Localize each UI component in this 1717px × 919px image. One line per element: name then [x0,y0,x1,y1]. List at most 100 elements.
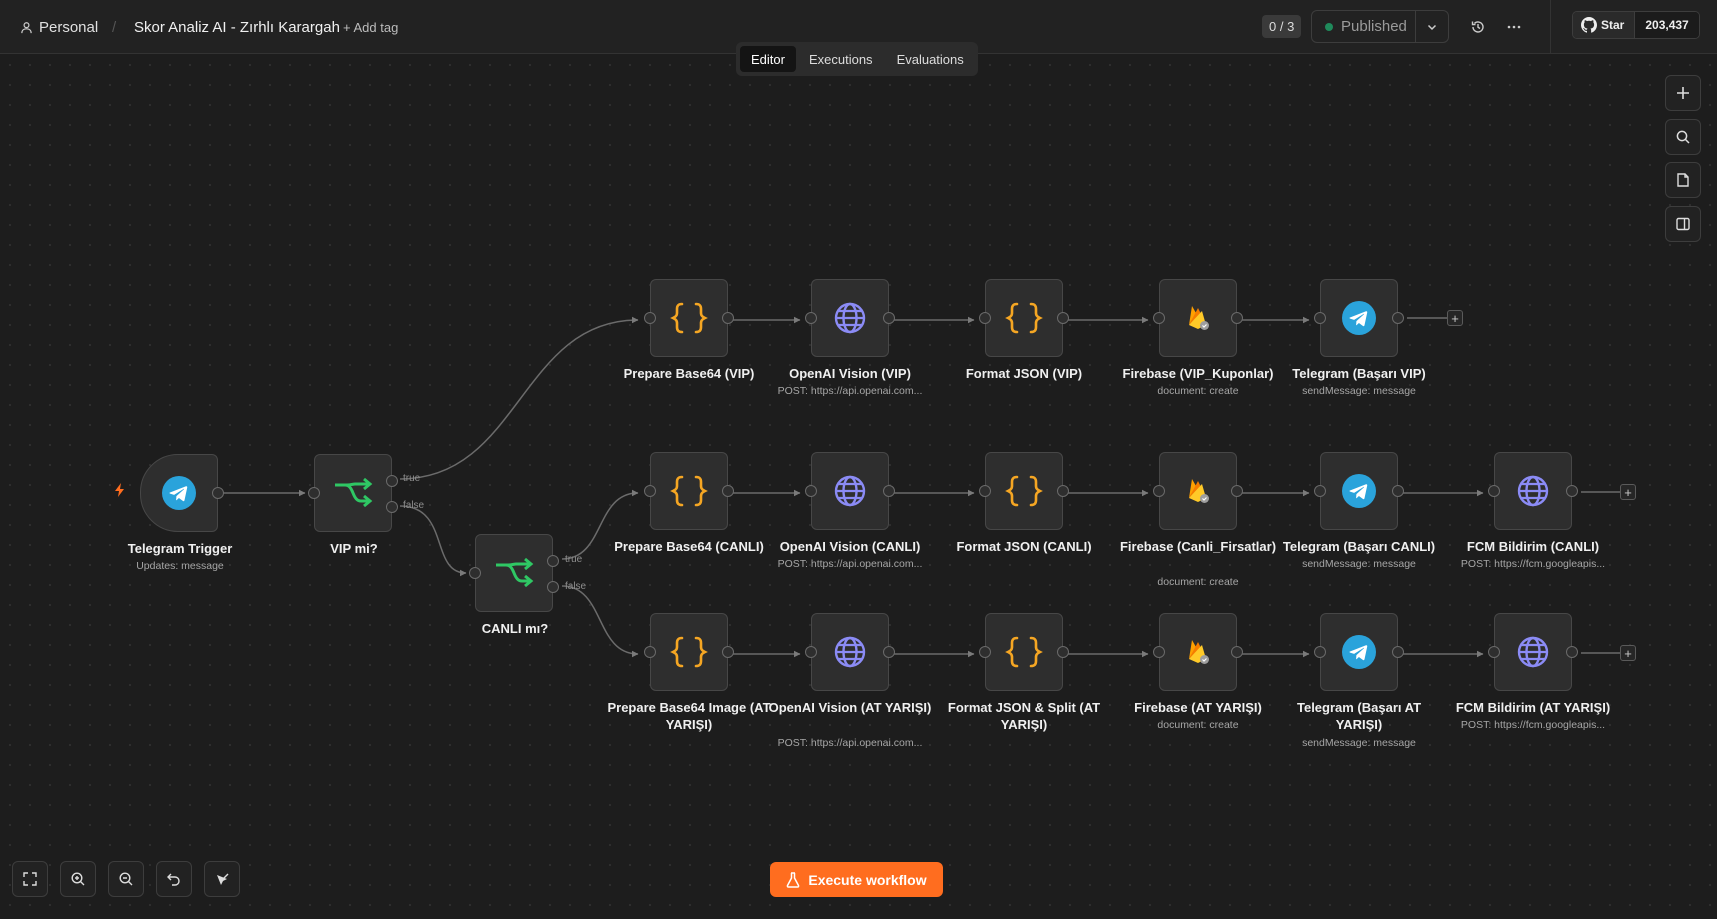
output-true-label: true [403,473,421,484]
handle-output[interactable] [883,312,895,324]
handle-output[interactable] [1392,646,1404,658]
node-telegram-trigger[interactable] [140,454,224,532]
sticky-note-icon [1677,173,1689,187]
node-vip-mi[interactable] [308,454,398,532]
handle-input[interactable] [644,646,656,658]
node-label: OpenAI Vision (CANLI) [779,539,921,554]
node-at-6[interactable] [1488,613,1578,691]
handle-input[interactable] [979,312,991,324]
node-at-5[interactable] [1314,613,1404,691]
handle-input[interactable] [644,312,656,324]
handle-input[interactable] [469,567,481,579]
handle-output[interactable] [1231,485,1243,497]
node-subtitle: sendMessage: message [1302,737,1416,749]
node-at-3[interactable] [979,613,1069,691]
handle-output[interactable] [1057,485,1069,497]
handle-output[interactable] [1392,312,1404,324]
add-node-panel-button[interactable] [1665,75,1701,111]
edge-vip-true [399,316,639,480]
handle-input[interactable] [1153,485,1165,497]
sticky-note-button[interactable] [1665,162,1701,198]
node-canli-6[interactable] [1488,452,1578,530]
handle-input[interactable] [1488,485,1500,497]
handle-input[interactable] [1314,312,1326,324]
handle-output[interactable] [883,485,895,497]
node-label: VIP mi? [330,541,378,556]
handle-output-false[interactable] [386,501,398,513]
handle-output[interactable] [1057,312,1069,324]
handle-input[interactable] [1153,646,1165,658]
handle-output[interactable] [1057,646,1069,658]
globe-icon [1517,475,1549,507]
handle-input[interactable] [1314,646,1326,658]
tidy-up-button[interactable] [204,861,240,897]
node-vip-3[interactable] [979,279,1069,357]
undo-button[interactable] [156,861,192,897]
node-at-2[interactable] [805,613,895,691]
telegram-icon [162,476,196,510]
node-at-4[interactable] [1153,613,1243,691]
handle-input[interactable] [644,485,656,497]
handle-input[interactable] [1488,646,1500,658]
handle-input[interactable] [1314,485,1326,497]
search-nodes-button[interactable] [1665,119,1701,155]
node-subtitle: POST: https://fcm.googleapis... [1460,558,1606,570]
handle-input[interactable] [308,487,320,499]
handle-input[interactable] [979,646,991,658]
node-canli-4[interactable] [1153,452,1243,530]
handle-output[interactable] [722,312,734,324]
zoom-in-button[interactable] [60,861,96,897]
node-canli-mi[interactable] [469,534,559,612]
handle-output-true[interactable] [386,475,398,487]
node-label: Telegram (Başarı AT YARIŞI) [1296,700,1422,732]
handle-output[interactable] [1231,646,1243,658]
add-node-button[interactable]: + [1620,645,1636,661]
node-vip-1[interactable] [644,279,734,357]
handle-input[interactable] [979,485,991,497]
handle-input[interactable] [805,646,817,658]
broom-icon [217,873,229,885]
node-canli-3[interactable] [979,452,1069,530]
node-canli-2[interactable] [805,452,895,530]
node-at-1[interactable] [644,613,734,691]
firebase-icon [1189,479,1209,503]
node-canli-5[interactable] [1314,452,1404,530]
add-node-button[interactable]: + [1620,484,1636,500]
node-subtitle: document: create [1157,385,1239,397]
toggle-panel-button[interactable] [1665,206,1701,242]
node-vip-5[interactable] [1314,279,1404,357]
add-node-button[interactable]: + [1447,310,1463,326]
handle-output-false[interactable] [547,581,559,593]
fit-view-button[interactable] [12,861,48,897]
node-vip-2[interactable] [805,279,895,357]
node-label: CANLI mı? [481,621,549,636]
handle-output[interactable] [1231,312,1243,324]
globe-icon [834,302,866,334]
handle-output[interactable] [1392,485,1404,497]
execute-workflow-label: Execute workflow [808,871,927,888]
handle-output[interactable] [212,487,224,499]
node-label: Firebase (Canli_Firsatlar) [1119,539,1277,554]
handle-input[interactable] [805,485,817,497]
search-icon [1676,130,1690,144]
telegram-icon [1342,635,1376,669]
node-subtitle: POST: https://api.openai.com... [777,737,923,749]
handle-output[interactable] [1566,646,1578,658]
handle-input[interactable] [805,312,817,324]
globe-icon [834,636,866,668]
node-subtitle: Updates: message [136,560,224,572]
handle-input[interactable] [1153,312,1165,324]
handle-output[interactable] [722,646,734,658]
execute-workflow-button[interactable]: Execute workflow [770,862,943,897]
handle-output[interactable] [883,646,895,658]
zoom-out-button[interactable] [108,861,144,897]
handle-output-true[interactable] [547,555,559,567]
handle-output[interactable] [722,485,734,497]
handle-output[interactable] [1566,485,1578,497]
node-label: Format JSON (CANLI) [956,539,1092,554]
node-label: OpenAI Vision (AT YARIŞI) [768,700,932,715]
telegram-icon [1342,301,1376,335]
code-braces-icon [670,636,708,668]
node-vip-4[interactable] [1153,279,1243,357]
node-canli-1[interactable] [644,452,734,530]
